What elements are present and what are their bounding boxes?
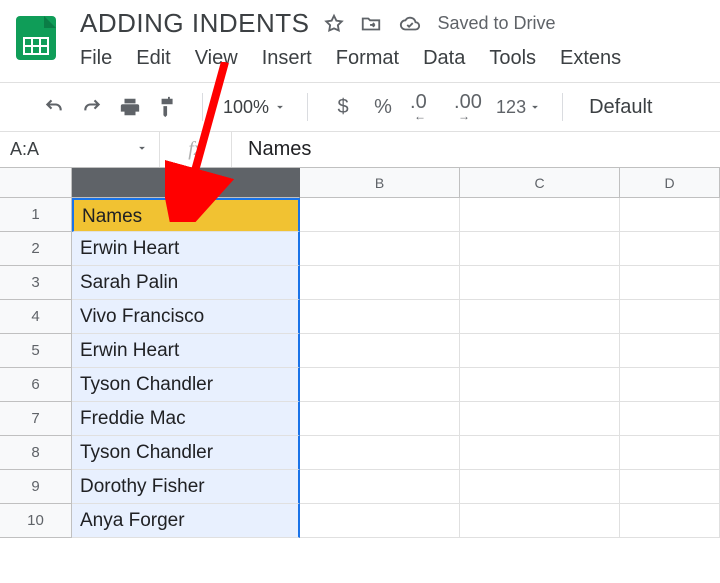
cell[interactable] — [620, 402, 720, 436]
cell[interactable] — [300, 198, 460, 232]
column-header-d[interactable]: D — [620, 168, 720, 198]
cell[interactable] — [300, 266, 460, 300]
menu-insert[interactable]: Insert — [262, 47, 312, 70]
cell[interactable] — [620, 198, 720, 232]
cell[interactable] — [460, 470, 620, 504]
cell[interactable] — [460, 334, 620, 368]
cell[interactable] — [300, 300, 460, 334]
row-header[interactable]: 2 — [0, 232, 72, 266]
cell[interactable] — [620, 232, 720, 266]
cell-a7[interactable]: Freddie Mac — [72, 402, 300, 436]
cell-a2[interactable]: Erwin Heart — [72, 232, 300, 266]
column-header-b[interactable]: B — [300, 168, 460, 198]
menu-format[interactable]: Format — [336, 47, 399, 70]
name-box-value: A:A — [10, 139, 39, 160]
row-header[interactable]: 3 — [0, 266, 72, 300]
toolbar: 100% $ % .0 ← .00 → 123 Default — [0, 82, 720, 131]
cell[interactable] — [300, 334, 460, 368]
menu-data[interactable]: Data — [423, 47, 465, 70]
chevron-down-icon — [528, 100, 542, 114]
cell[interactable] — [460, 402, 620, 436]
menu-bar: File Edit View Insert Format Data Tools … — [80, 47, 708, 70]
increase-decimal-button[interactable]: .00 → — [452, 93, 486, 121]
arrow-left-icon: ← — [414, 109, 426, 123]
row-header[interactable]: 10 — [0, 504, 72, 538]
print-icon[interactable] — [116, 93, 144, 121]
cell[interactable] — [620, 334, 720, 368]
row-header[interactable]: 5 — [0, 334, 72, 368]
percent-button[interactable]: % — [368, 96, 398, 119]
undo-icon[interactable] — [40, 93, 68, 121]
chevron-down-icon — [135, 139, 149, 160]
decrease-decimal-button[interactable]: .0 ← — [408, 93, 442, 121]
cell[interactable] — [460, 368, 620, 402]
menu-edit[interactable]: Edit — [136, 47, 170, 70]
cell[interactable] — [620, 300, 720, 334]
zoom-value: 100% — [223, 97, 269, 118]
cell[interactable] — [300, 470, 460, 504]
cell[interactable] — [460, 198, 620, 232]
cell[interactable] — [300, 232, 460, 266]
cell[interactable] — [300, 368, 460, 402]
spreadsheet-grid: A B C D 1 Names 2 Erwin Heart 3 Sarah Pa… — [0, 167, 720, 538]
redo-icon[interactable] — [78, 93, 106, 121]
font-family-dropdown[interactable]: Default — [589, 96, 652, 119]
cloud-saved-icon — [397, 13, 423, 35]
number-format-dropdown[interactable]: 123 — [496, 97, 542, 118]
column-header-c[interactable]: C — [460, 168, 620, 198]
cell[interactable] — [460, 266, 620, 300]
row-header[interactable]: 7 — [0, 402, 72, 436]
row-header[interactable]: 8 — [0, 436, 72, 470]
column-header-a[interactable]: A — [72, 168, 300, 198]
menu-tools[interactable]: Tools — [489, 47, 536, 70]
row-header[interactable]: 6 — [0, 368, 72, 402]
zoom-dropdown[interactable]: 100% — [223, 97, 287, 118]
fx-icon[interactable]: fx — [160, 132, 232, 167]
cell-a4[interactable]: Vivo Francisco — [72, 300, 300, 334]
cell[interactable] — [300, 436, 460, 470]
cell-a6[interactable]: Tyson Chandler — [72, 368, 300, 402]
currency-button[interactable]: $ — [328, 96, 358, 119]
saved-status: Saved to Drive — [437, 13, 555, 34]
formula-value: Names — [248, 138, 311, 161]
select-all-corner[interactable] — [0, 168, 72, 198]
cell-a3[interactable]: Sarah Palin — [72, 266, 300, 300]
cell-a5[interactable]: Erwin Heart — [72, 334, 300, 368]
paint-format-icon[interactable] — [154, 93, 182, 121]
cell[interactable] — [620, 504, 720, 538]
menu-file[interactable]: File — [80, 47, 112, 70]
arrow-right-icon: → — [458, 109, 470, 123]
doc-title[interactable]: ADDING INDENTS — [80, 8, 309, 39]
row-header[interactable]: 4 — [0, 300, 72, 334]
cell[interactable] — [460, 504, 620, 538]
cell[interactable] — [460, 436, 620, 470]
cell[interactable] — [620, 470, 720, 504]
menu-view[interactable]: View — [195, 47, 238, 70]
cell-a9[interactable]: Dorothy Fisher — [72, 470, 300, 504]
cell[interactable] — [460, 300, 620, 334]
move-folder-icon[interactable] — [359, 13, 383, 35]
row-header[interactable]: 9 — [0, 470, 72, 504]
app-logo[interactable] — [12, 14, 60, 62]
star-icon[interactable] — [323, 13, 345, 35]
cell[interactable] — [620, 368, 720, 402]
chevron-down-icon — [273, 100, 287, 114]
cell[interactable] — [300, 402, 460, 436]
menu-extensions[interactable]: Extens — [560, 47, 621, 70]
cell-a10[interactable]: Anya Forger — [72, 504, 300, 538]
row-header[interactable]: 1 — [0, 198, 72, 232]
cell[interactable] — [460, 232, 620, 266]
cell[interactable] — [620, 266, 720, 300]
cell[interactable] — [300, 504, 460, 538]
cell-a8[interactable]: Tyson Chandler — [72, 436, 300, 470]
cell-a1[interactable]: Names — [72, 198, 300, 232]
cell[interactable] — [620, 436, 720, 470]
formula-bar[interactable]: Names — [232, 132, 720, 167]
name-box[interactable]: A:A — [0, 132, 160, 167]
